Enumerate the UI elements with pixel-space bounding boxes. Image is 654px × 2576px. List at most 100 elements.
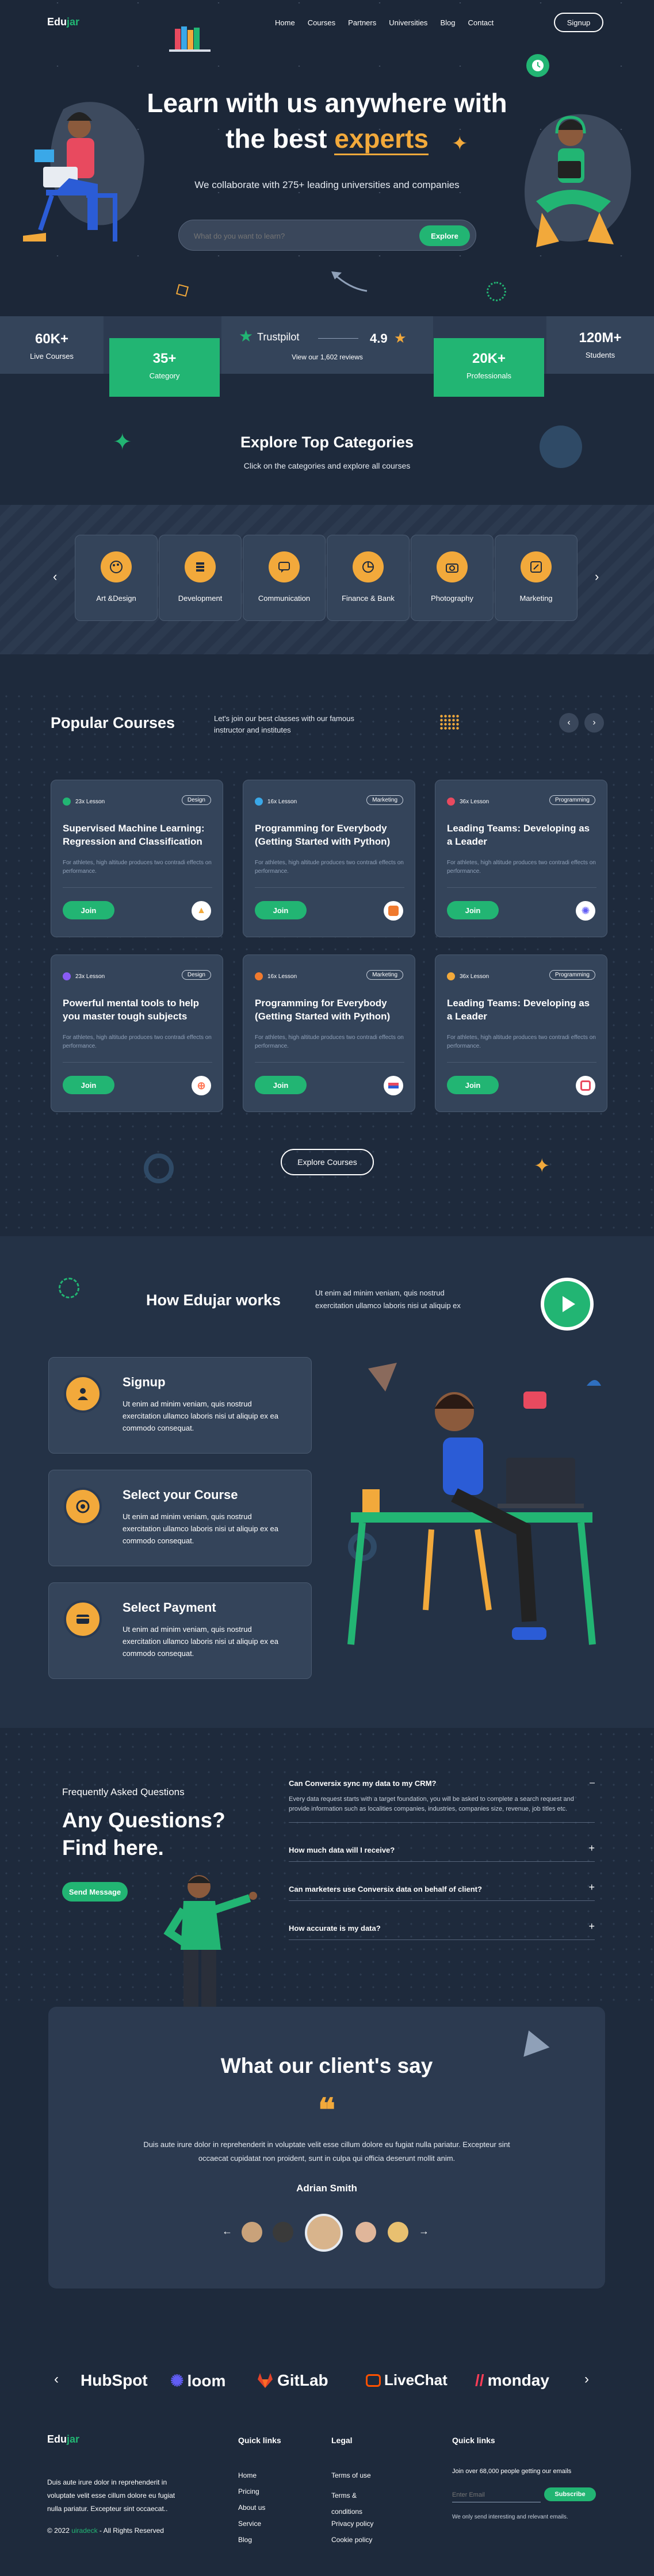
join-button[interactable]: Join (447, 1076, 499, 1094)
copyright-brand[interactable]: uiradeck (71, 2527, 97, 2535)
subscribe-button[interactable]: Subscribe (544, 2487, 596, 2501)
faq-answer: Every data request starts with a target … (289, 1796, 574, 1812)
lesson-count: 23x Lesson (75, 973, 105, 980)
courses-prev-button[interactable]: ‹ (559, 713, 579, 733)
course-title[interactable]: Programming for Everybody (Getting Start… (255, 996, 404, 1023)
course-tag-badge[interactable]: Marketing (366, 970, 403, 980)
newsletter-note: We only send interesting and relevant em… (452, 2514, 568, 2520)
expand-icon[interactable]: + (588, 1881, 595, 1893)
explore-button[interactable]: Explore (419, 225, 470, 246)
faq-list: Can Conversix sync my data to my CRM? – … (289, 1775, 595, 1940)
footer-link-home[interactable]: Home (238, 2471, 281, 2487)
course-card[interactable]: 36x Lesson Programming Leading Teams: De… (435, 954, 607, 1112)
course-card[interactable]: 16x Lesson Marketing Programming for Eve… (243, 780, 415, 937)
nav-courses[interactable]: Courses (308, 18, 335, 27)
footer-link-terms-conditions[interactable]: Terms & conditions (331, 2487, 377, 2520)
course-meta: 16x Lesson (255, 972, 297, 980)
partners-prev-arrow[interactable]: ‹ (54, 2371, 59, 2387)
join-button[interactable]: Join (255, 1076, 307, 1094)
avatar[interactable] (388, 2222, 408, 2242)
course-title[interactable]: Leading Teams: Developing as a Leader (447, 996, 596, 1023)
step-card-select-course[interactable]: Select your Course Ut enim ad minim veni… (48, 1470, 312, 1566)
category-card-photography[interactable]: Photography (411, 535, 494, 621)
nav-home[interactable]: Home (275, 18, 295, 27)
stat-category-number: 35+ (152, 351, 177, 366)
partner-name: monday (487, 2371, 549, 2389)
avatar-active[interactable] (305, 2214, 343, 2252)
footer-link-about[interactable]: About us (238, 2504, 281, 2520)
search-input[interactable] (194, 228, 401, 243)
footer-link-cookie[interactable]: Cookie policy (331, 2536, 377, 2552)
testimonial-next-arrow[interactable]: → (419, 2225, 429, 2237)
step-card-signup[interactable]: Signup Ut enim ad minim veniam, quis nos… (48, 1357, 312, 1454)
expand-icon[interactable]: + (588, 1842, 595, 1854)
trustpilot-widget[interactable]: ★ Trustpilot 4.9 ★ View our 1,602 review… (221, 316, 433, 374)
course-title[interactable]: Powerful mental tools to help you master… (63, 996, 212, 1023)
explore-courses-button[interactable]: Explore Courses (281, 1149, 374, 1175)
expand-icon[interactable]: + (588, 1920, 595, 1933)
faq-item[interactable]: How much data will I receive? + (289, 1823, 595, 1862)
chat-icon (269, 551, 300, 582)
play-badge-icon[interactable] (541, 1278, 594, 1331)
join-button[interactable]: Join (63, 901, 114, 919)
category-label: Photography (431, 594, 473, 603)
course-title[interactable]: Programming for Everybody (Getting Start… (255, 822, 404, 848)
faq-item[interactable]: Can marketers use Conversix data on beha… (289, 1862, 595, 1901)
join-button[interactable]: Join (255, 901, 307, 919)
course-title[interactable]: Supervised Machine Learning: Regression … (63, 822, 212, 848)
course-tag-badge[interactable]: Design (181, 795, 211, 805)
testimonial-prev-arrow[interactable]: ← (222, 2225, 232, 2237)
categories-prev-arrow[interactable]: ‹ (53, 569, 57, 584)
stat-pros-label: Professionals (466, 371, 512, 380)
avatar[interactable] (355, 2222, 376, 2242)
avatar[interactable] (273, 2222, 293, 2242)
category-card-communication[interactable]: Communication (243, 535, 326, 621)
footer-link-terms-of-use[interactable]: Terms of use (331, 2471, 377, 2487)
nav-blog[interactable]: Blog (440, 18, 455, 27)
testimonial-title: What our client's say (220, 2054, 433, 2077)
course-title[interactable]: Leading Teams: Developing as a Leader (447, 822, 596, 848)
footer-logo[interactable]: Edujar (47, 2433, 79, 2445)
nav-partners[interactable]: Partners (348, 18, 376, 27)
courses-next-button[interactable]: › (584, 713, 604, 733)
signup-button[interactable]: Signup (554, 13, 603, 32)
nav-universities[interactable]: Universities (389, 18, 427, 27)
footer-link-blog[interactable]: Blog (238, 2536, 281, 2552)
hero-subtitle: We collaborate with 275+ leading univers… (194, 179, 460, 190)
newsletter-email-input[interactable] (452, 2487, 541, 2502)
course-tag-badge[interactable]: Programming (549, 795, 595, 805)
category-card-marketing[interactable]: Marketing (495, 535, 577, 621)
categories-next-arrow[interactable]: › (595, 569, 599, 584)
course-card[interactable]: 16x Lesson Marketing Programming for Eve… (243, 954, 415, 1112)
partners-next-arrow[interactable]: › (584, 2371, 589, 2387)
faq-item[interactable]: How accurate is my data? + (289, 1901, 595, 1940)
course-tag-badge[interactable]: Design (181, 970, 211, 980)
category-card-art-design[interactable]: Art &Design (75, 535, 158, 621)
footer-link-privacy[interactable]: Privacy policy (331, 2520, 377, 2536)
join-button[interactable]: Join (447, 901, 499, 919)
category-card-development[interactable]: Development (159, 535, 242, 621)
stat-live-label: Live Courses (30, 352, 74, 361)
course-description: For athletes, high altitude produces two… (63, 1034, 212, 1049)
avatar[interactable] (242, 2222, 262, 2242)
join-button[interactable]: Join (63, 1076, 114, 1094)
course-card[interactable]: 23x Lesson Design Powerful mental tools … (51, 954, 223, 1112)
how-title: How Edujar works (146, 1291, 281, 1309)
collapse-icon[interactable]: – (590, 1778, 595, 1788)
faq-item-open[interactable]: Can Conversix sync my data to my CRM? – … (289, 1775, 595, 1823)
footer-link-pricing[interactable]: Pricing (238, 2487, 281, 2504)
course-card[interactable]: 36x Lesson Programming Leading Teams: De… (435, 780, 607, 937)
nav-contact[interactable]: Contact (468, 18, 494, 27)
category-label: Art &Design (96, 594, 136, 603)
step-card-payment[interactable]: Select Payment Ut enim ad minim veniam, … (48, 1582, 312, 1679)
footer-newsletter: Quick links Join over 68,000 people gett… (452, 2436, 602, 2520)
category-card-finance-bank[interactable]: Finance & Bank (327, 535, 410, 621)
logo[interactable]: Edujar (47, 16, 79, 28)
send-message-button[interactable]: Send Message (62, 1882, 128, 1902)
course-card[interactable]: 23x Lesson Design Supervised Machine Lea… (51, 780, 223, 937)
course-tag-badge[interactable]: Programming (549, 970, 595, 980)
partner-monday: //monday (475, 2371, 549, 2390)
footer-link-service[interactable]: Service (238, 2520, 281, 2536)
course-tag-badge[interactable]: Marketing (366, 795, 403, 805)
trustpilot-reviews[interactable]: View our 1,602 reviews (221, 353, 433, 361)
